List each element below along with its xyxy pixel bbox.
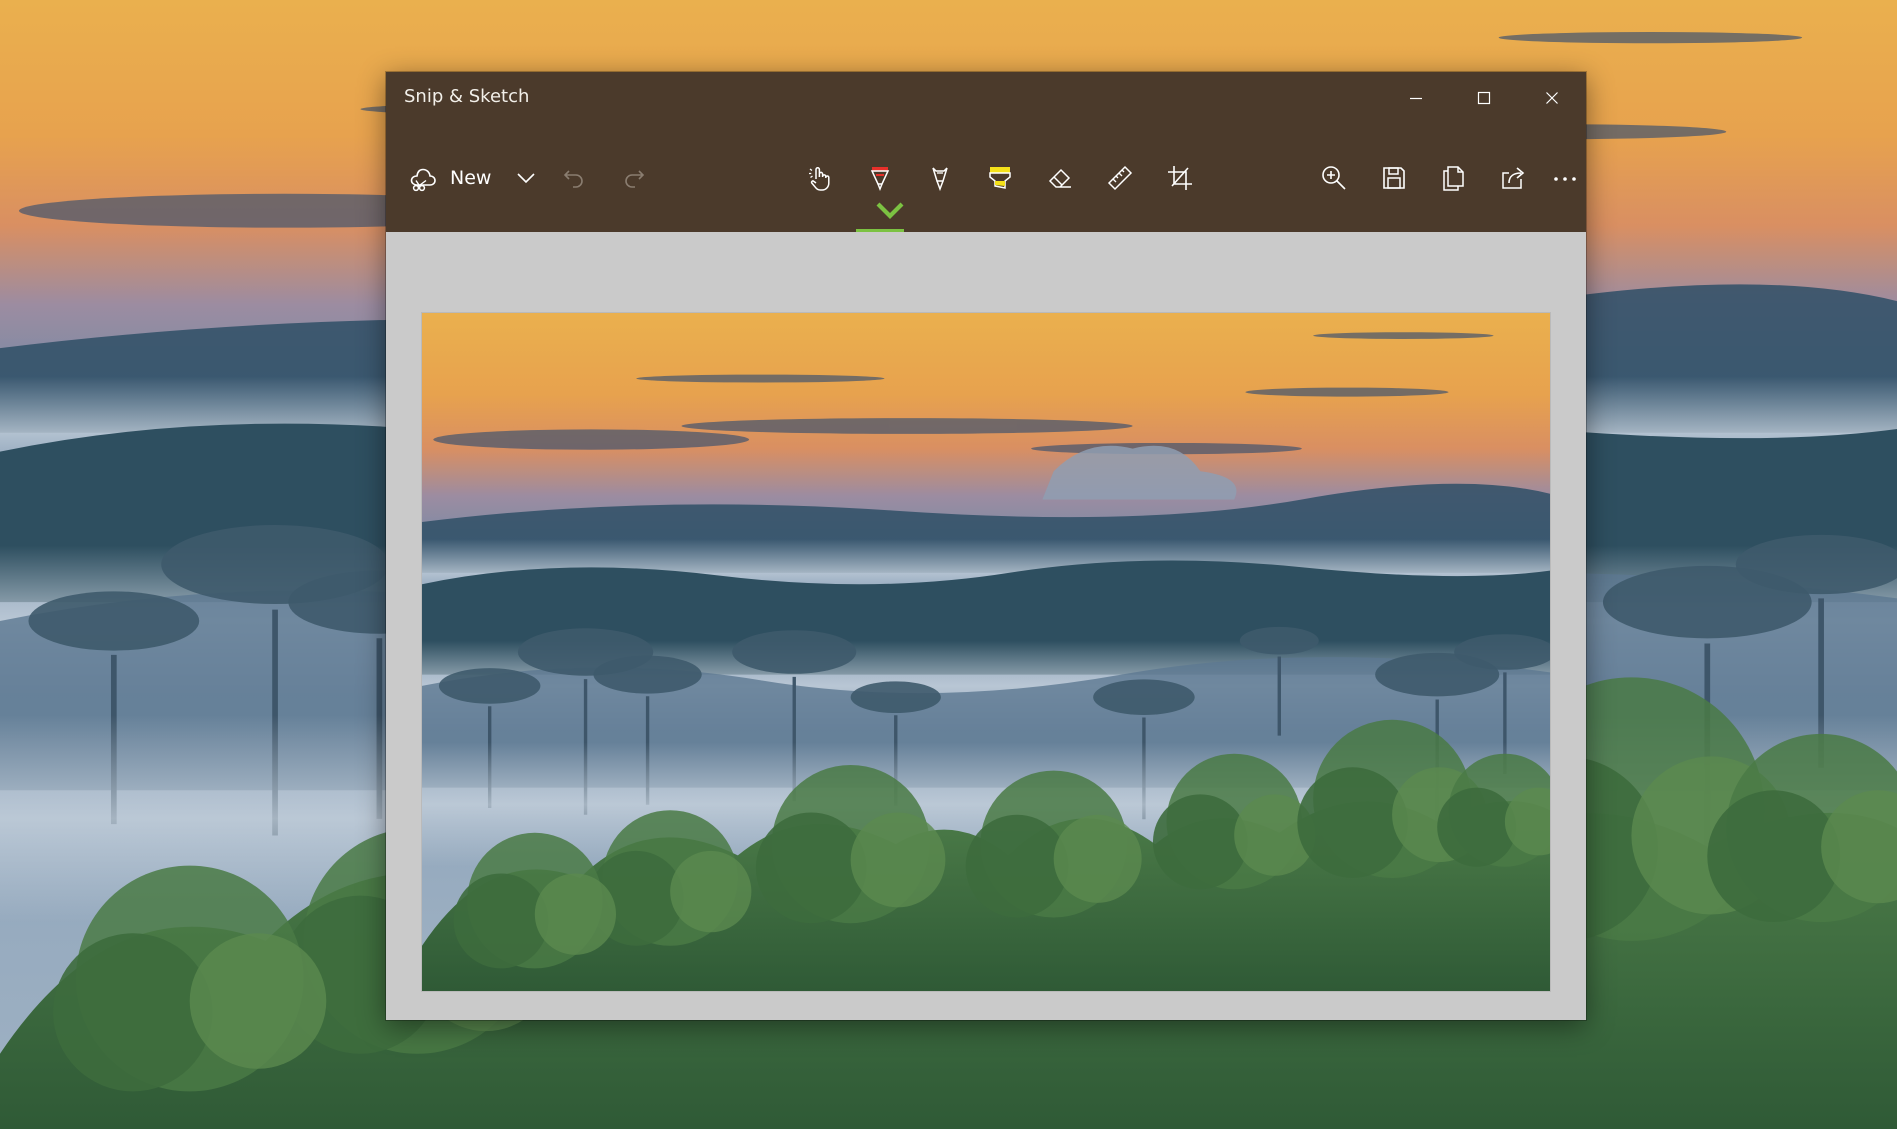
- snip-new-icon: [410, 168, 436, 192]
- ballpoint-pen-icon: [870, 167, 890, 192]
- ruler-button[interactable]: [1090, 124, 1150, 232]
- save-button[interactable]: [1364, 124, 1424, 232]
- snip-canvas[interactable]: [386, 232, 1586, 1020]
- close-icon: [1546, 92, 1558, 104]
- redo-button[interactable]: [604, 124, 664, 232]
- highlighter-button[interactable]: [970, 124, 1030, 232]
- captured-screenshot[interactable]: [422, 313, 1550, 991]
- highlighter-icon: [989, 167, 1011, 189]
- toolbar: New: [386, 124, 1586, 232]
- eraser-icon: [1048, 168, 1071, 188]
- minimize-icon: [1410, 97, 1422, 100]
- crop-button[interactable]: [1150, 124, 1210, 232]
- undo-icon: [563, 170, 583, 188]
- ballpoint-pen-button[interactable]: [850, 124, 910, 232]
- more-button[interactable]: [1544, 124, 1586, 232]
- more-icon: [1554, 177, 1576, 181]
- new-snip-button[interactable]: New: [398, 148, 498, 208]
- new-snip-options-button[interactable]: [504, 148, 548, 208]
- copy-icon: [1443, 166, 1464, 191]
- crop-icon: [1168, 166, 1192, 190]
- chevron-down-icon: [517, 173, 535, 184]
- close-button[interactable]: [1518, 72, 1586, 124]
- maximize-button[interactable]: [1450, 72, 1518, 124]
- pencil-icon: [932, 167, 948, 192]
- undo-button[interactable]: [544, 124, 604, 232]
- copy-button[interactable]: [1424, 124, 1484, 232]
- eraser-button[interactable]: [1030, 124, 1090, 232]
- maximize-icon: [1477, 91, 1491, 105]
- share-button[interactable]: [1484, 124, 1544, 232]
- redo-icon: [625, 170, 645, 188]
- zoom-button[interactable]: [1304, 124, 1364, 232]
- new-button-label: New: [450, 167, 492, 189]
- chevron-down-icon: [876, 202, 904, 219]
- ruler-icon: [1107, 165, 1133, 191]
- snip-sketch-window: Snip & Sketch New: [386, 72, 1586, 1020]
- touch-writing-icon: [809, 167, 830, 191]
- touch-writing-button[interactable]: [790, 124, 850, 232]
- pencil-button[interactable]: [910, 124, 970, 232]
- title-bar[interactable]: Snip & Sketch: [386, 72, 1586, 124]
- share-icon: [1502, 167, 1525, 189]
- zoom-in-icon: [1322, 166, 1346, 190]
- app-title: Snip & Sketch: [404, 86, 530, 107]
- minimize-button[interactable]: [1382, 72, 1450, 124]
- save-icon: [1383, 167, 1405, 189]
